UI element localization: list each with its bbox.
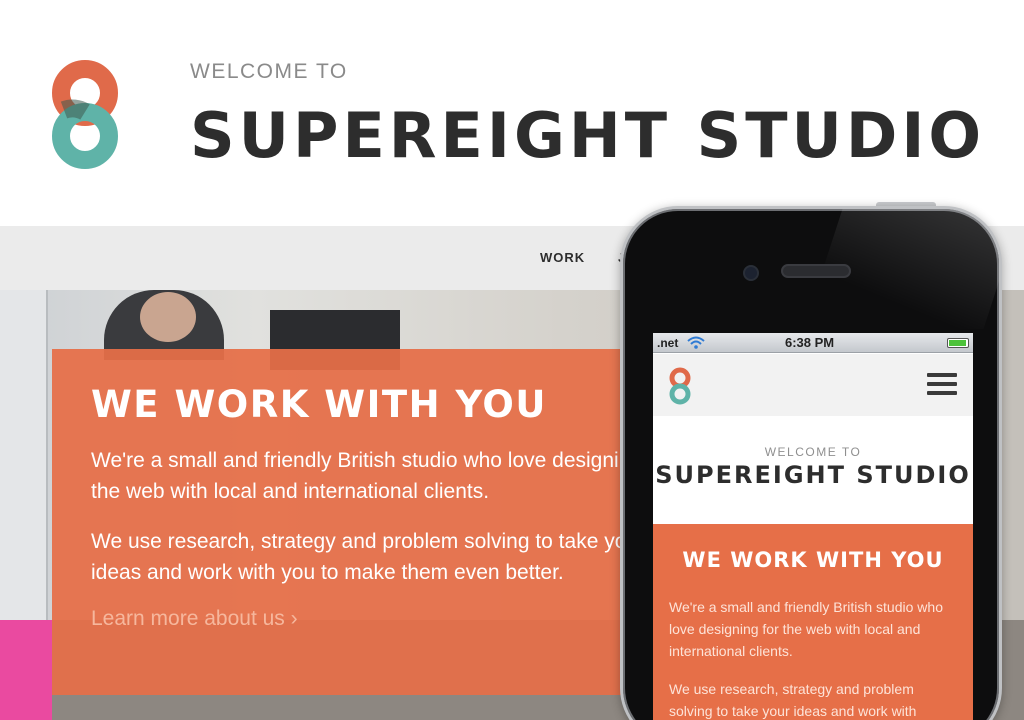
- learn-more-link[interactable]: Learn more about us ›: [91, 607, 298, 631]
- battery-level: [949, 340, 966, 346]
- menu-icon[interactable]: [927, 373, 957, 397]
- nav-item-work[interactable]: WORK: [540, 250, 585, 265]
- site-header: WELCOME TO SUPEREIGHT STUDIO: [0, 0, 1024, 226]
- mobile-intro-title: WE WORK WITH YOU: [682, 548, 944, 572]
- menu-icon-bar: [927, 391, 957, 395]
- mobile-intro-panel: WE WORK WITH YOU We're a small and frien…: [653, 524, 973, 720]
- site-title: SUPEREIGHT STUDIO: [190, 99, 986, 172]
- logo-eight-icon[interactable]: [50, 60, 120, 170]
- intro-panel: WE WORK WITH YOU We're a small and frien…: [52, 349, 672, 695]
- status-time: 6:38 PM: [785, 335, 835, 350]
- mobile-welcome-text: WELCOME TO: [764, 445, 862, 459]
- hero-photo-head: [140, 292, 196, 342]
- mobile-site-title: SUPEREIGHT STUDIO: [655, 461, 971, 489]
- intro-paragraph-1: We're a small and friendly British studi…: [91, 449, 673, 503]
- intro-paragraph-2: We use research, strategy and problem so…: [91, 530, 646, 584]
- battery-icon: [947, 338, 969, 348]
- welcome-text: WELCOME TO: [190, 60, 348, 83]
- mobile-logo-icon[interactable]: [669, 366, 691, 406]
- hero-photo-pink-object: [0, 620, 52, 720]
- menu-icon-bar: [927, 373, 957, 377]
- phone-screen: .net 6:38 PM WELCOME TO SUPEREIGHT STUDI…: [653, 333, 973, 720]
- intro-title: WE WORK WITH YOU: [91, 383, 547, 426]
- phone-camera: [743, 265, 759, 281]
- phone-speaker: [781, 264, 851, 278]
- wifi-icon: [687, 336, 705, 349]
- menu-icon-bar: [927, 382, 957, 386]
- mobile-intro-paragraph-2: We use research, strategy and problem so…: [669, 681, 917, 719]
- carrier-name: .net: [657, 336, 679, 350]
- mobile-intro-paragraph-1: We're a small and friendly British studi…: [669, 599, 943, 659]
- status-bar: .net 6:38 PM: [653, 333, 973, 353]
- mobile-header: [653, 354, 973, 416]
